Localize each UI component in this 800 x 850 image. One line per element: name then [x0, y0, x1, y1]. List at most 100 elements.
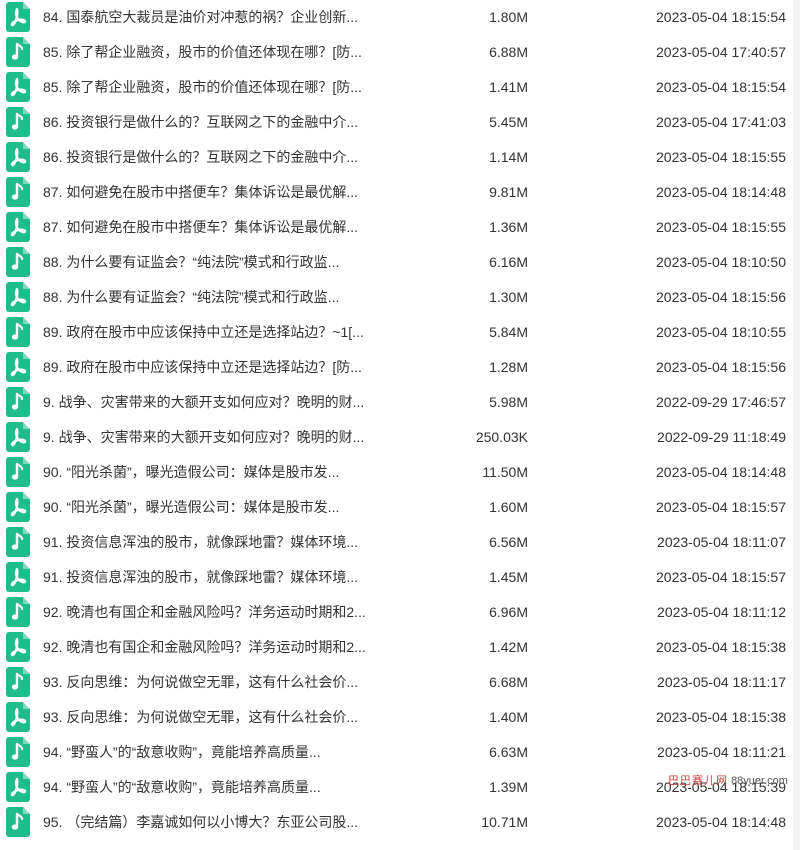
file-name[interactable]: 88. 为什么要有证监会？“纯法院”模式和行政监... — [43, 289, 403, 306]
file-row[interactable]: 91. 投资信息浑浊的股市，就像踩地雷？媒体环境... 6.56M 2023-05-… — [0, 525, 800, 560]
file-size: 1.36M — [489, 219, 528, 235]
file-size: 1.80M — [489, 9, 528, 25]
file-name[interactable]: 87. 如何避免在股市中搭便车？集体诉讼是最优解... — [43, 219, 403, 236]
file-modified-date: 2023-05-04 18:15:57 — [656, 569, 786, 585]
file-name[interactable]: 88. 为什么要有证监会？“纯法院”模式和行政监... — [43, 254, 403, 271]
file-name[interactable]: 91. 投资信息浑浊的股市，就像踩地雷？媒体环境... — [43, 534, 403, 551]
file-modified-date: 2023-05-04 18:14:48 — [656, 184, 786, 200]
audio-file-icon[interactable] — [6, 317, 30, 347]
file-modified-date: 2023-05-04 17:41:03 — [656, 114, 786, 130]
file-size: 10.71M — [481, 814, 528, 830]
file-row[interactable]: 92. 晚清也有国企和金融风险吗？洋务运动时期和2... 1.42M 2023-05… — [0, 630, 800, 665]
file-name[interactable]: 87. 如何避免在股市中搭便车？集体诉讼是最优解... — [43, 184, 403, 201]
file-size: 1.60M — [489, 499, 528, 515]
file-name[interactable]: 91. 投资信息浑浊的股市，就像踩地雷？媒体环境... — [43, 569, 403, 586]
audio-file-icon[interactable] — [6, 597, 30, 627]
file-size: 6.16M — [489, 254, 528, 270]
file-size: 1.14M — [489, 149, 528, 165]
file-row[interactable]: 87. 如何避免在股市中搭便车？集体诉讼是最优解... 1.36M 2023-05-… — [0, 210, 800, 245]
pdf-file-icon[interactable] — [6, 562, 30, 592]
audio-file-icon[interactable] — [6, 737, 30, 767]
file-size: 11.50M — [482, 464, 528, 480]
audio-file-icon[interactable] — [6, 37, 30, 67]
pdf-file-icon[interactable] — [6, 632, 30, 662]
file-name[interactable]: 86. 投资银行是做什么的？互联网之下的金融中介... — [43, 149, 403, 166]
pdf-file-icon[interactable] — [6, 142, 30, 172]
file-row[interactable]: 92. 晚清也有国企和金融风险吗？洋务运动时期和2... 6.96M 2023-05… — [0, 595, 800, 630]
file-name[interactable]: 94. “野蛮人”的“敌意收购”，竟能培养高质量... — [43, 779, 403, 796]
file-modified-date: 2023-05-04 18:15:54 — [656, 9, 786, 25]
file-name[interactable]: 92. 晚清也有国企和金融风险吗？洋务运动时期和2... — [43, 639, 403, 656]
file-name[interactable]: 93. 反向思维：为何说做空无罪，这有什么社会价... — [43, 709, 403, 726]
file-row[interactable]: 95. （完结篇）李嘉诚如何以小博大？东亚公司股... 10.71M 2023-05… — [0, 805, 800, 840]
file-row[interactable]: 9. 战争、灾害带来的大额开支如何应对？晚明的财... 250.03K 2022-0… — [0, 420, 800, 455]
file-row[interactable]: 90. “阳光杀菌”，曝光造假公司：媒体是股市发... 1.60M 2023-05-… — [0, 490, 800, 525]
pdf-file-icon[interactable] — [6, 72, 30, 102]
audio-file-icon[interactable] — [6, 247, 30, 277]
pdf-file-icon[interactable] — [6, 702, 30, 732]
file-size: 6.96M — [489, 604, 528, 620]
file-modified-date: 2023-05-04 18:11:12 — [657, 604, 786, 620]
file-row[interactable]: 89. 政府在股市中应该保持中立还是选择站边？[防... 1.28M 2023-05… — [0, 350, 800, 385]
file-row[interactable]: 87. 如何避免在股市中搭便车？集体诉讼是最优解... 9.81M 2023-05-… — [0, 175, 800, 210]
file-name[interactable]: 84. 国泰航空大裁员是油价对冲惹的祸？企业创新... — [43, 9, 403, 26]
file-modified-date: 2023-05-04 18:15:56 — [656, 289, 786, 305]
file-name[interactable]: 90. “阳光杀菌”，曝光造假公司：媒体是股市发... — [43, 499, 403, 516]
file-name[interactable]: 85. 除了帮企业融资，股市的价值还体现在哪？[防... — [43, 79, 403, 96]
file-size: 1.39M — [489, 779, 528, 795]
audio-file-icon[interactable] — [6, 387, 30, 417]
file-row[interactable]: 86. 投资银行是做什么的？互联网之下的金融中介... 5.45M 2023-05-… — [0, 105, 800, 140]
file-size: 6.88M — [489, 44, 528, 60]
file-name[interactable]: 85. 除了帮企业融资，股市的价值还体现在哪？[防... — [43, 44, 403, 61]
file-row[interactable]: 94. “野蛮人”的“敌意收购”，竟能培养高质量... 6.63M 2023-05-… — [0, 735, 800, 770]
pdf-file-icon[interactable] — [6, 212, 30, 242]
pdf-file-icon[interactable] — [6, 492, 30, 522]
file-row[interactable]: 85. 除了帮企业融资，股市的价值还体现在哪？[防... 6.88M 2023-05… — [0, 35, 800, 70]
pdf-file-icon[interactable] — [6, 352, 30, 382]
file-name[interactable]: 94. “野蛮人”的“敌意收购”，竟能培养高质量... — [43, 744, 403, 761]
file-row[interactable]: 86. 投资银行是做什么的？互联网之下的金融中介... 1.14M 2023-05-… — [0, 140, 800, 175]
file-row[interactable]: 9. 战争、灾害带来的大额开支如何应对？晚明的财... 5.98M 2022-09-… — [0, 385, 800, 420]
pdf-file-icon[interactable] — [6, 422, 30, 452]
file-row[interactable]: 85. 除了帮企业融资，股市的价值还体现在哪？[防... 1.41M 2023-05… — [0, 70, 800, 105]
file-name[interactable]: 92. 晚清也有国企和金融风险吗？洋务运动时期和2... — [43, 604, 403, 621]
audio-file-icon[interactable] — [6, 527, 30, 557]
file-size: 1.30M — [489, 289, 528, 305]
pdf-file-icon[interactable] — [6, 772, 30, 802]
file-modified-date: 2023-05-04 18:11:07 — [657, 534, 786, 550]
file-name[interactable]: 89. 政府在股市中应该保持中立还是选择站边？[防... — [43, 359, 403, 376]
file-size: 6.63M — [489, 744, 528, 760]
file-name[interactable]: 9. 战争、灾害带来的大额开支如何应对？晚明的财... — [43, 394, 403, 411]
file-modified-date: 2023-05-04 18:15:38 — [656, 639, 786, 655]
audio-file-icon[interactable] — [6, 667, 30, 697]
file-row[interactable]: 89. 政府在股市中应该保持中立还是选择站边？~1[... 5.84M 2023-0… — [0, 315, 800, 350]
file-modified-date: 2022-09-29 17:46:57 — [656, 394, 786, 410]
file-size: 6.56M — [489, 534, 528, 550]
file-row[interactable]: 90. “阳光杀菌”，曝光造假公司：媒体是股市发... 11.50M 2023-05… — [0, 455, 800, 490]
file-row[interactable]: 88. 为什么要有证监会？“纯法院”模式和行政监... 1.30M 2023-05-… — [0, 280, 800, 315]
file-modified-date: 2023-05-04 18:15:56 — [656, 359, 786, 375]
file-name[interactable]: 90. “阳光杀菌”，曝光造假公司：媒体是股市发... — [43, 464, 403, 481]
file-row[interactable]: 93. 反向思维：为何说做空无罪，这有什么社会价... 6.68M 2023-05-… — [0, 665, 800, 700]
file-name[interactable]: 93. 反向思维：为何说做空无罪，这有什么社会价... — [43, 674, 403, 691]
audio-file-icon[interactable] — [6, 177, 30, 207]
file-name[interactable]: 86. 投资银行是做什么的？互联网之下的金融中介... — [43, 114, 403, 131]
file-size: 6.68M — [489, 674, 528, 690]
file-row[interactable]: 91. 投资信息浑浊的股市，就像踩地雷？媒体环境... 1.45M 2023-05-… — [0, 560, 800, 595]
pdf-file-icon[interactable] — [6, 2, 30, 32]
file-name[interactable]: 9. 战争、灾害带来的大额开支如何应对？晚明的财... — [43, 429, 403, 446]
scrollbar-track[interactable] — [793, 0, 800, 850]
file-name[interactable]: 95. （完结篇）李嘉诚如何以小博大？东亚公司股... — [43, 814, 403, 831]
file-row[interactable]: 93. 反向思维：为何说做空无罪，这有什么社会价... 1.40M 2023-05-… — [0, 700, 800, 735]
pdf-file-icon[interactable] — [6, 282, 30, 312]
file-row[interactable]: 88. 为什么要有证监会？“纯法院”模式和行政监... 6.16M 2023-05-… — [0, 245, 800, 280]
audio-file-icon[interactable] — [6, 457, 30, 487]
audio-file-icon[interactable] — [6, 807, 30, 837]
file-name[interactable]: 89. 政府在股市中应该保持中立还是选择站边？~1[... — [43, 324, 403, 341]
file-size: 5.84M — [489, 324, 528, 340]
file-size: 1.41M — [489, 79, 528, 95]
file-list: 84. 国泰航空大裁员是油价对冲惹的祸？企业创新... 1.80M 2023-05-… — [0, 0, 800, 850]
file-modified-date: 2022-09-29 11:18:49 — [657, 429, 786, 445]
file-row[interactable]: 84. 国泰航空大裁员是油价对冲惹的祸？企业创新... 1.80M 2023-05-… — [0, 0, 800, 35]
audio-file-icon[interactable] — [6, 107, 30, 137]
